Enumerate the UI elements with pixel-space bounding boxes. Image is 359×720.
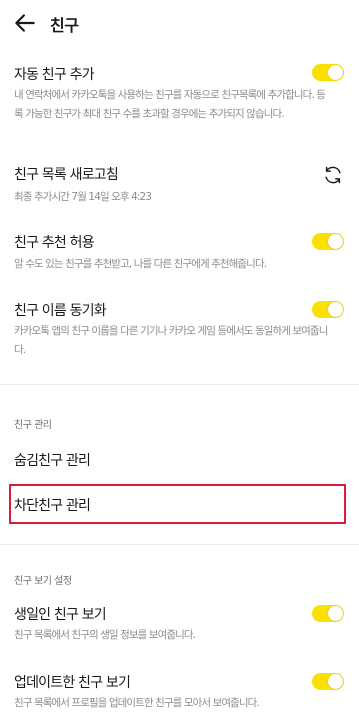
name-sync-row[interactable]: 친구 이름 동기화 카카오톡 앱의 친구 이름을 다른 기기나 카카오 게임 등… (0, 296, 359, 362)
refresh-friends-row[interactable]: 친구 목록 새로고침 최종 추가시간 7월 14일 오후 4:23 (0, 160, 359, 210)
back-arrow-icon[interactable] (12, 10, 38, 36)
refresh-icon[interactable] (322, 164, 344, 186)
highlight-box (9, 484, 346, 524)
friend-view-section-label: 친구 보기 설정 (14, 576, 72, 587)
auto-add-friends-toggle[interactable] (312, 64, 344, 81)
friend-recommend-title: 친구 추천 허용 (14, 235, 95, 251)
name-sync-title: 친구 이름 동기화 (14, 303, 107, 319)
toggle-knob (328, 234, 343, 249)
friend-recommend-description: 알 수도 있는 친구를 추천받고, 나를 다른 친구에게 추천해줍니다. (14, 258, 267, 270)
toggle-knob (328, 674, 343, 689)
updated-friends-description: 친구 목록에서 프로필을 업데이트한 친구를 모아서 보여줍니다. (14, 697, 260, 709)
birthday-friends-toggle[interactable] (312, 605, 344, 622)
section-divider (0, 544, 359, 545)
toggle-knob (328, 606, 343, 621)
auto-add-friends-description: 내 연락처에서 카카오톡을 사용하는 친구를 자동으로 친구목록에 추가합니다.… (14, 89, 326, 120)
friend-recommend-row[interactable]: 친구 추천 허용 알 수도 있는 친구를 추천받고, 나를 다른 친구에게 추천… (0, 228, 359, 278)
birthday-friends-description: 친구 목록에서 친구의 생일 정보를 보여줍니다. (14, 629, 196, 641)
auto-add-friends-row[interactable]: 자동 친구 추가 내 연락처에서 카카오톡을 사용하는 친구를 자동으로 친구목… (0, 60, 359, 145)
toggle-knob (328, 65, 343, 80)
hidden-friends-row[interactable]: 숨김친구 관리 (0, 440, 359, 480)
hidden-friends-label: 숨김친구 관리 (14, 453, 91, 469)
birthday-friends-row[interactable]: 생일인 친구 보기 친구 목록에서 친구의 생일 정보를 보여줍니다. (0, 600, 359, 650)
updated-friends-toggle[interactable] (312, 673, 344, 690)
refresh-friends-title: 친구 목록 새로고침 (14, 167, 119, 183)
name-sync-description: 카카오톡 앱의 친구 이름을 다른 기기나 카카오 게임 등에서도 동일하게 보… (14, 325, 328, 356)
page-title: 친구 (50, 16, 79, 35)
toggle-knob (328, 302, 343, 317)
section-divider (0, 384, 359, 385)
auto-add-friends-title: 자동 친구 추가 (14, 67, 95, 83)
updated-friends-row[interactable]: 업데이트한 친구 보기 친구 목록에서 프로필을 업데이트한 친구를 모아서 보… (0, 668, 359, 718)
updated-friends-title: 업데이트한 친구 보기 (14, 675, 131, 691)
last-added-time: 최종 추가시간 7월 14일 오후 4:23 (14, 191, 152, 203)
birthday-friends-title: 생일인 친구 보기 (14, 607, 107, 623)
top-app-bar: 친구 (0, 0, 359, 48)
name-sync-toggle[interactable] (312, 301, 344, 318)
friend-recommend-toggle[interactable] (312, 233, 344, 250)
friend-management-section-label: 친구 관리 (14, 420, 52, 431)
